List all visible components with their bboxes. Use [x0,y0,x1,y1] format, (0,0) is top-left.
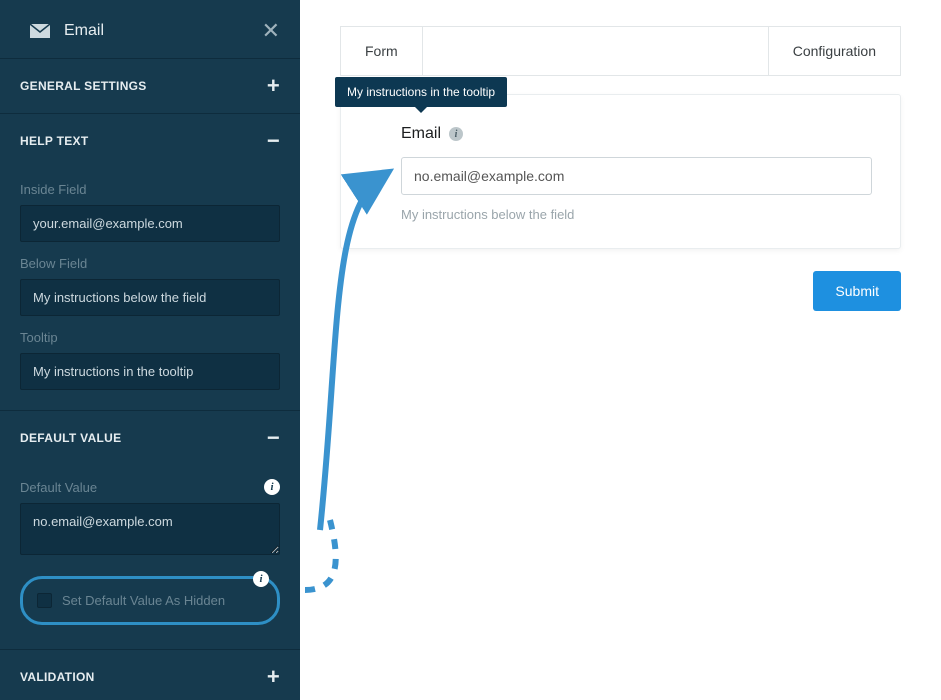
form-card: My instructions in the tooltip Email i M… [340,94,901,249]
tab-configuration[interactable]: Configuration [768,27,900,75]
close-icon[interactable]: ✕ [262,20,280,42]
section-help-body: Inside Field Below Field Tooltip [0,168,300,410]
tab-bar: Form Configuration [340,26,901,76]
sidebar-header: Email ✕ [0,0,300,58]
expand-icon: + [267,670,280,683]
info-icon[interactable]: i [264,479,280,495]
section-help-text[interactable]: HELP TEXT − [0,113,300,168]
below-field-label: Below Field [20,256,280,271]
default-value-label-text: Default Value [20,480,97,495]
section-title: HELP TEXT [20,134,89,148]
tooltip-bubble: My instructions in the tooltip [335,77,507,107]
hidden-checkbox-label: Set Default Value As Hidden [62,593,263,608]
info-icon[interactable]: i [449,127,463,141]
default-value-input[interactable] [20,503,280,555]
field-hint: My instructions below the field [401,207,872,222]
tooltip-label: Tooltip [20,330,280,345]
default-value-label: Default Value i [20,479,280,495]
inside-field-input[interactable] [20,205,280,242]
section-validation[interactable]: VALIDATION + [0,649,300,700]
section-title: GENERAL SETTINGS [20,79,147,93]
field-label-text: Email [401,125,441,143]
expand-icon: + [267,79,280,92]
submit-button[interactable]: Submit [813,271,901,311]
info-icon[interactable]: i [253,571,269,587]
section-general-settings[interactable]: GENERAL SETTINGS + [0,58,300,113]
collapse-icon: − [267,134,280,147]
set-default-hidden-row[interactable]: i Set Default Value As Hidden [20,576,280,625]
email-icon [30,24,50,38]
section-default-value[interactable]: DEFAULT VALUE − [0,410,300,465]
main-panel: Form Configuration My instructions in th… [300,0,941,700]
settings-sidebar: Email ✕ GENERAL SETTINGS + HELP TEXT − I… [0,0,300,700]
section-title: VALIDATION [20,670,95,684]
tab-form[interactable]: Form [341,27,423,75]
collapse-icon: − [267,431,280,444]
section-default-body: Default Value i i Set Default Value As H… [0,465,300,649]
field-label: Email i [401,125,872,143]
email-input[interactable] [401,157,872,195]
section-title: DEFAULT VALUE [20,431,121,445]
sidebar-title: Email [64,22,262,40]
hidden-checkbox[interactable] [37,593,52,608]
below-field-input[interactable] [20,279,280,316]
inside-field-label: Inside Field [20,182,280,197]
tooltip-input[interactable] [20,353,280,390]
